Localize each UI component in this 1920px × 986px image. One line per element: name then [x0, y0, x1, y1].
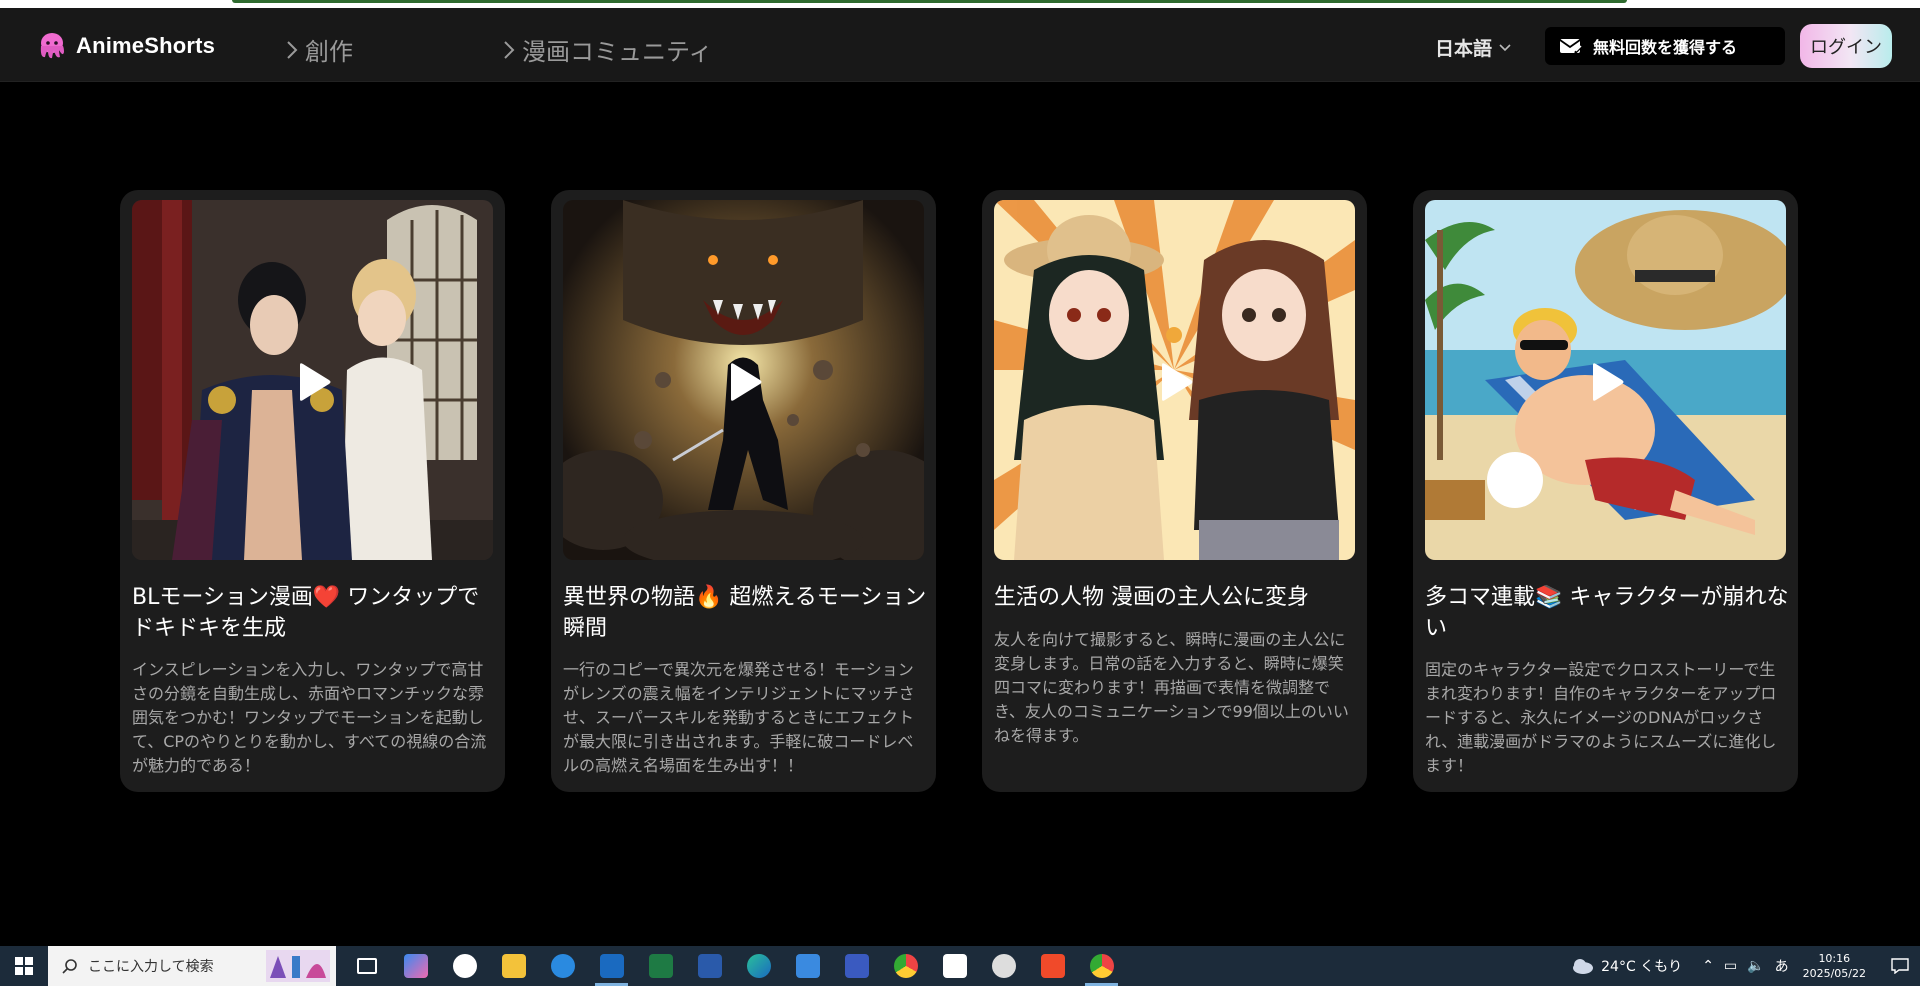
- vectorworks-icon[interactable]: [930, 946, 979, 986]
- card-thumbnail[interactable]: [994, 200, 1355, 560]
- chevron-down-icon: [1499, 43, 1511, 51]
- card-title: BLモーション漫画❤️ ワンタップでドキドキを生成: [132, 585, 480, 641]
- card-thumbnail[interactable]: [132, 200, 493, 560]
- get-free-credits-button[interactable]: 無料回数を獲得する: [1545, 27, 1785, 65]
- scanner-app-icon[interactable]: [832, 946, 881, 986]
- taskbar-clock[interactable]: 10:16 2025/05/22: [1803, 951, 1866, 981]
- browser-top-strip: [0, 0, 1920, 8]
- nav-community-label: 漫画コミュニティ: [522, 38, 713, 66]
- internet-explorer-icon[interactable]: [538, 946, 587, 986]
- weather-widget[interactable]: 24°C くもり: [1571, 956, 1682, 976]
- nav-create-label: 創作: [305, 38, 353, 66]
- brand-name: AnimeShorts: [76, 33, 216, 58]
- word-icon[interactable]: [685, 946, 734, 986]
- brand-logo-link[interactable]: AnimeShorts: [36, 30, 215, 62]
- play-icon[interactable]: [296, 362, 332, 402]
- play-icon[interactable]: [1158, 362, 1194, 402]
- windows-logo-icon: [15, 957, 33, 975]
- weather-text: 24°C くもり: [1601, 959, 1683, 975]
- card-title: 異世界の物語🔥 超燃えるモーション瞬間: [563, 585, 927, 641]
- assistant-app-icon[interactable]: [440, 946, 489, 986]
- card-description: インスピレーションを入力し、ワンタップで高甘さの分鏡を自動生成し、赤面やロマンチ…: [132, 660, 487, 775]
- card-title: 多コマ連載📚 キャラクターが崩れない: [1425, 585, 1789, 641]
- language-selector[interactable]: 日本語: [1435, 34, 1512, 61]
- clock-date: 2025/05/22: [1802, 967, 1866, 980]
- card-description: 一行のコピーで異次元を爆発させる！モーションがレンズの震え幅をインテリジェントに…: [563, 660, 915, 775]
- chrome-profile-icon[interactable]: [1077, 946, 1126, 986]
- login-button[interactable]: ログイン: [1800, 24, 1892, 68]
- search-highlight-graphic: [266, 950, 330, 982]
- feature-card-bl[interactable]: BLモーション漫画❤️ ワンタップでドキドキを生成 インスピレーションを入力し、…: [120, 190, 505, 792]
- system-tray: 24°C くもり ⌃ ▭ 🔈 あ 10:16 2025/05/22: [1571, 946, 1920, 986]
- ime-indicator[interactable]: あ: [1775, 956, 1789, 976]
- play-icon[interactable]: [1589, 362, 1625, 402]
- free-credits-label: 無料回数を獲得する: [1593, 38, 1738, 57]
- browser-progress-bar: [232, 0, 1627, 3]
- network-icon[interactable]: ▭: [1724, 958, 1737, 974]
- volume-icon[interactable]: 🔈: [1747, 958, 1764, 974]
- excel-icon[interactable]: [636, 946, 685, 986]
- microsoft-store-icon[interactable]: [783, 946, 832, 986]
- start-button[interactable]: [0, 946, 48, 986]
- outlook-icon[interactable]: [587, 946, 636, 986]
- clock-time: 10:16: [1818, 952, 1851, 965]
- brave-icon[interactable]: [1028, 946, 1077, 986]
- nav-community-link[interactable]: 漫画コミュニティ: [502, 32, 713, 67]
- chrome-icon[interactable]: [881, 946, 930, 986]
- feature-card-daily-life[interactable]: 生活の人物 漫画の主人公に変身 友人を向けて撮影すると、瞬時に漫画の主人公に変身…: [982, 190, 1367, 792]
- taskbar-pinned-apps: [342, 946, 1126, 986]
- taskbar-search-box[interactable]: ここに入力して検索: [48, 946, 336, 986]
- site-header: AnimeShorts 創作 漫画コミュニティ 日本語 無料回数を獲得する ログ…: [0, 8, 1920, 82]
- file-explorer-icon[interactable]: [489, 946, 538, 986]
- chevron-right-icon: [504, 40, 515, 59]
- play-icon[interactable]: [727, 362, 763, 402]
- card-description: 固定のキャラクター設定でクロスストーリーで生まれ変わります！自作のキャラクターを…: [1425, 660, 1777, 775]
- task-view-icon[interactable]: [342, 946, 391, 986]
- wordpress-icon[interactable]: [979, 946, 1028, 986]
- card-title: 生活の人物 漫画の主人公に変身: [994, 585, 1309, 610]
- tray-icons: ⌃ ▭ 🔈 あ: [1702, 956, 1788, 976]
- feature-card-isekai[interactable]: 異世界の物語🔥 超燃えるモーション瞬間 一行のコピーで異次元を爆発させる！モーシ…: [551, 190, 936, 792]
- search-placeholder: ここに入力して検索: [88, 959, 214, 975]
- octopus-logo-icon: [40, 33, 64, 59]
- edge-icon[interactable]: [734, 946, 783, 986]
- language-label: 日本語: [1435, 38, 1493, 60]
- card-description: 友人を向けて撮影すると、瞬時に漫画の主人公に変身します。日常の話を入力すると、瞬…: [994, 630, 1349, 745]
- feature-card-serial[interactable]: 多コマ連載📚 キャラクターが崩れない 固定のキャラクター設定でクロスストーリーで…: [1413, 190, 1798, 792]
- search-icon: [62, 959, 77, 974]
- card-thumbnail[interactable]: [563, 200, 924, 560]
- chevron-right-icon: [287, 40, 298, 59]
- nav-create-link[interactable]: 創作: [285, 32, 353, 67]
- cloud-icon: [1573, 959, 1594, 974]
- chevron-up-icon[interactable]: ⌃: [1702, 958, 1714, 974]
- windows-taskbar: ここに入力して検索 24°C くもり ⌃ ▭ 🔈 あ 10:16 2025/05…: [0, 946, 1920, 986]
- card-thumbnail[interactable]: [1425, 200, 1786, 560]
- mail-icon: [1559, 39, 1582, 54]
- notification-icon[interactable]: [1880, 946, 1920, 986]
- copilot-icon[interactable]: [391, 946, 440, 986]
